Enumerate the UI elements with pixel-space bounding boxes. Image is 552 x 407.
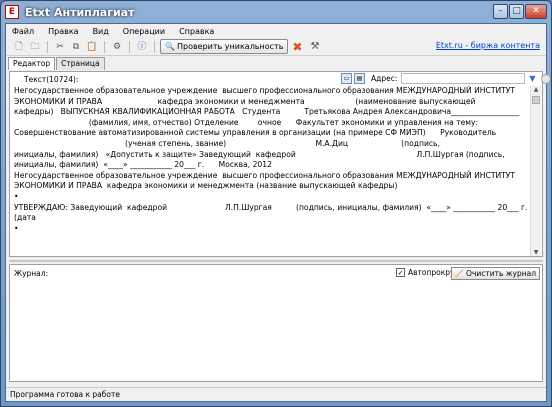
toolbar: 🗋 🗀 ✂ ⧉ 📋 ⚙ ⓘ 🔍 Проверить уникальность ✖…: [6, 38, 546, 56]
check-uniqueness-button[interactable]: 🔍 Проверить уникальность: [160, 39, 289, 54]
tab-page[interactable]: Страница: [56, 57, 105, 70]
clear-journal-label: Очистить журнал: [466, 269, 536, 278]
go-icon[interactable]: [540, 73, 551, 84]
scroll-down-icon[interactable]: ▼: [531, 249, 541, 256]
text-line: кафедры) ВЫПУСКНАЯ КВАЛИФИКАЦИОННАЯ РАБО…: [14, 107, 520, 117]
toolbar-separator: [104, 40, 105, 53]
text-length-label: Текст(10724):: [24, 74, 79, 84]
info-icon[interactable]: ⓘ: [135, 40, 149, 54]
text-line: Негосударственное образовательное учрежд…: [14, 86, 516, 95]
text-line: ЭКОНОМИКИ И ПРАВА кафедра экономики и ме…: [14, 96, 476, 106]
cut-icon[interactable]: ✂: [53, 40, 67, 54]
toolbar-separator: [47, 40, 48, 53]
view-mode-icon[interactable]: ▭: [341, 73, 352, 84]
title-bar[interactable]: E Etxt Антиплагиат – □ ✕: [1, 1, 551, 23]
menu-bar: Файл Правка Вид Операции Справка: [6, 24, 546, 38]
copy-icon[interactable]: ⧉: [69, 40, 83, 54]
text-line: (дата: [14, 213, 36, 223]
editor-scrollbar[interactable]: ▲ ▼: [530, 86, 541, 256]
main-window: E Etxt Антиплагиат – □ ✕ Файл Правка Вид…: [0, 0, 552, 407]
settings-icon[interactable]: ⚙: [110, 40, 124, 54]
minimize-button[interactable]: –: [493, 4, 508, 19]
paste-icon[interactable]: 📋: [85, 40, 99, 54]
window-controls: – □ ✕: [493, 4, 547, 19]
dropdown-arrow-icon[interactable]: ▼: [529, 74, 535, 83]
app-logo-icon: E: [5, 5, 19, 19]
text-line: УТВЕРЖДАЮ: Заведующий кафедрой Л.П.Шурга…: [14, 202, 528, 212]
text-line: Негосударственное образовательное учрежд…: [14, 170, 516, 180]
open-file-icon[interactable]: 🗀: [28, 40, 42, 54]
menu-file[interactable]: Файл: [12, 27, 34, 36]
menu-view[interactable]: Вид: [93, 27, 109, 36]
address-input[interactable]: [401, 73, 526, 84]
clear-journal-icon: 🧹: [454, 269, 464, 278]
close-button[interactable]: ✕: [525, 4, 547, 19]
menu-operations[interactable]: Операции: [123, 27, 165, 36]
editor-header: Текст(10724): ▭ ▤ Адрес: ▼: [10, 72, 551, 86]
menu-edit[interactable]: Правка: [48, 27, 78, 36]
status-text: Программа готова к работе: [10, 390, 120, 399]
window-title: Etxt Антиплагиат: [25, 5, 135, 19]
address-label: Адрес:: [371, 74, 398, 83]
text-line: ЭКОНОМИКИ И ПРАВА кафедра экономики и ме…: [14, 181, 398, 191]
text-line: Совершенствование автоматизированной сис…: [14, 128, 497, 138]
maximize-button[interactable]: □: [509, 4, 524, 19]
toolbar-separator: [129, 40, 130, 53]
stop-icon[interactable]: ✖: [292, 40, 302, 54]
text-line: •: [14, 223, 19, 233]
clear-journal-button[interactable]: 🧹 Очистить журнал: [450, 267, 540, 280]
tools-icon[interactable]: ⚒: [310, 41, 319, 52]
text-line: (ученая степень, звание) М.А.Диц (подпис…: [14, 138, 440, 148]
scroll-up-icon[interactable]: ▲: [531, 86, 541, 93]
text-line: инициалы, фамилия) «____» ___________ 20…: [14, 160, 272, 170]
text-line: инициалы, фамилия) «Допустить к защите» …: [14, 149, 505, 159]
text-editor[interactable]: Негосударственное образовательное учрежд…: [14, 86, 528, 256]
journal-panel: Журнал: ✓ Автопрокрутка 🧹 Очистить журна…: [9, 264, 543, 382]
tab-editor[interactable]: Редактор: [8, 57, 56, 70]
toolbar-separator: [154, 40, 155, 53]
etxt-link[interactable]: Etxt.ru - биржа контента: [436, 41, 540, 50]
journal-header: Журнал: ✓ Автопрокрутка 🧹 Очистить журна…: [10, 265, 542, 281]
menu-help[interactable]: Справка: [179, 27, 214, 36]
view-split-icon[interactable]: ▤: [354, 73, 365, 84]
client-area: Файл Правка Вид Операции Справка 🗋 🗀 ✂ ⧉…: [5, 23, 551, 402]
text-line: (фамилия, имя, отчество) Отделение очное…: [14, 117, 479, 127]
scroll-thumb[interactable]: [532, 96, 540, 104]
journal-label: Журнал:: [14, 268, 49, 278]
autoscroll-checkbox[interactable]: ✓: [396, 268, 405, 277]
new-file-icon[interactable]: 🗋: [12, 40, 26, 54]
text-line: •: [14, 191, 19, 201]
address-bar: ▭ ▤ Адрес: ▼: [341, 73, 551, 84]
status-bar: Программа готова к работе: [6, 387, 546, 401]
tab-strip: Редактор Страница: [6, 57, 546, 70]
editor-panel: Текст(10724): ▭ ▤ Адрес: ▼ Негосударстве…: [9, 71, 551, 257]
check-uniqueness-label: Проверить уникальность: [176, 42, 284, 51]
search-icon: 🔍: [165, 42, 175, 51]
panel-splitter[interactable]: [9, 260, 543, 262]
